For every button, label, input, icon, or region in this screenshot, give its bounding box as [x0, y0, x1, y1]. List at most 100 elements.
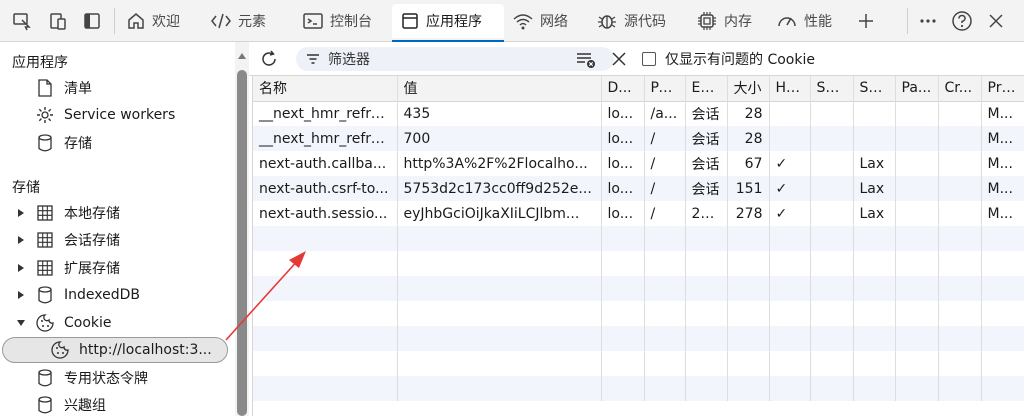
empty-cell: [727, 326, 770, 351]
empty-cell: [253, 301, 398, 326]
sidebar-scrollbar[interactable]: [235, 42, 249, 416]
tab-sources[interactable]: 源代码: [596, 4, 676, 38]
grid-icon: [34, 202, 56, 224]
column-header-cross-site[interactable]: Cr...: [938, 76, 982, 102]
column-header-secure[interactable]: Se...: [810, 76, 854, 102]
tab-welcome[interactable]: 欢迎: [126, 4, 190, 38]
only-issues-checkbox[interactable]: [642, 52, 656, 66]
tab-application[interactable]: 应用程序: [392, 4, 504, 42]
cell-domain: lo...: [601, 126, 645, 151]
code-icon: [211, 13, 231, 29]
column-header-expires[interactable]: Ex...: [685, 76, 728, 102]
empty-cell: [644, 376, 686, 401]
empty-table-row: [253, 301, 1024, 326]
expand-arrow-icon[interactable]: [14, 290, 28, 300]
empty-cell: [727, 226, 770, 251]
empty-cell: [810, 226, 854, 251]
wifi-icon: [513, 14, 533, 30]
sidebar-item-interest-groups[interactable]: 兴趣组: [34, 392, 106, 416]
empty-cell: [397, 351, 602, 376]
cookie-icon: [34, 312, 56, 334]
column-header-samesite[interactable]: Sa...: [853, 76, 896, 102]
refresh-button[interactable]: [257, 47, 281, 71]
cell-httponly: ✓: [769, 201, 811, 226]
more-options-button[interactable]: [916, 9, 940, 33]
cell-name: next-auth.csrf-to...: [253, 176, 398, 201]
column-header-name[interactable]: 名称: [253, 76, 398, 102]
empty-cell: [253, 326, 398, 351]
table-row[interactable]: __next_hmr_refre... 700 lo... / 会话 28 M...: [253, 126, 1024, 151]
cookie-table: 名称 值 D... Pa... Ex... 大小 Ht... Se... Sa.…: [252, 76, 1024, 416]
empty-cell: [895, 276, 939, 301]
column-header-size[interactable]: 大小: [727, 76, 770, 102]
sidebar-item-storage[interactable]: 存储: [34, 130, 92, 156]
device-emulation-icon[interactable]: [46, 9, 70, 33]
cell-priority: M...: [981, 176, 1024, 201]
scroll-up-arrow-icon[interactable]: [237, 52, 247, 60]
cell-name: next-auth.sessio...: [253, 201, 398, 226]
empty-cell: [981, 376, 1024, 401]
empty-cell: [938, 351, 982, 376]
sidebar-item-extension-storage[interactable]: 扩展存储: [14, 255, 120, 281]
tab-label: 内存: [724, 14, 752, 30]
sidebar-item-private-state-tokens[interactable]: 专用状态令牌: [34, 365, 148, 391]
more-dots-icon: [920, 19, 936, 23]
expand-arrow-icon[interactable]: [14, 235, 28, 245]
column-header-httponly[interactable]: Ht...: [769, 76, 811, 102]
help-button[interactable]: [950, 9, 974, 33]
column-header-path[interactable]: Pa...: [644, 76, 686, 102]
sidebar-item-session-storage[interactable]: 会话存储: [14, 227, 120, 253]
database-icon: [34, 132, 56, 154]
column-header-domain[interactable]: D...: [601, 76, 645, 102]
tab-performance[interactable]: 性能: [776, 4, 840, 38]
cell-priority: M...: [981, 201, 1024, 226]
table-row[interactable]: next-auth.callba... http%3A%2F%2Flocalho.…: [253, 151, 1024, 176]
expand-arrow-icon[interactable]: [14, 208, 28, 218]
scrollbar-thumb[interactable]: [237, 70, 247, 416]
sidebar-item-cookie-origin[interactable]: http://localhost:3...: [2, 337, 228, 363]
cookie-icon: [49, 339, 71, 361]
empty-cell: [727, 276, 770, 301]
sidebar-item-label: 本地存储: [64, 206, 120, 222]
bug-icon: [598, 15, 616, 29]
table-row[interactable]: next-auth.csrf-to... 5753d2c173cc0ff9d252…: [253, 176, 1024, 201]
sidebar-item-cookie[interactable]: Cookie: [14, 310, 112, 336]
refresh-icon: [262, 50, 276, 66]
clear-filtered-cookies-button[interactable]: [574, 47, 598, 71]
column-header-value[interactable]: 值: [397, 76, 602, 102]
filter-icon: [307, 54, 319, 64]
empty-cell: [810, 351, 854, 376]
cell-expires: 会话: [685, 176, 728, 201]
cell-name: __next_hmr_refre...: [253, 101, 398, 126]
filter-input[interactable]: 筛选器: [296, 47, 614, 71]
column-header-priority[interactable]: Pri...: [981, 76, 1024, 102]
cell-httponly: [769, 126, 811, 151]
empty-cell: [685, 376, 728, 401]
cell-size: 67: [727, 151, 770, 176]
cell-domain: lo...: [601, 176, 645, 201]
tab-elements[interactable]: 元素: [210, 4, 276, 38]
collapse-arrow-icon[interactable]: [14, 318, 28, 328]
tab-console[interactable]: 控制台: [302, 4, 382, 38]
empty-cell: [397, 276, 602, 301]
column-header-partition-key[interactable]: Pa...: [895, 76, 939, 102]
sidebar-item-service-workers[interactable]: Service workers: [34, 102, 175, 128]
tab-network[interactable]: 网络: [512, 4, 576, 38]
table-row[interactable]: next-auth.sessio... eyJhbGciOiJkaXIiLCJlb…: [253, 201, 1024, 226]
expand-arrow-icon[interactable]: [14, 263, 28, 273]
sidebar-item-manifest[interactable]: 清单: [34, 75, 92, 101]
tab-memory[interactable]: 内存: [696, 4, 760, 38]
help-icon: [952, 11, 972, 31]
sidebar-item-indexeddb[interactable]: IndexedDB: [14, 282, 140, 308]
table-row[interactable]: __next_hmr_refre... 435 lo.../a... 会话 28 M...: [253, 101, 1024, 126]
sidebar-item-local-storage[interactable]: 本地存储: [14, 200, 120, 226]
empty-cell: [895, 351, 939, 376]
clear-all-cookies-button[interactable]: [607, 47, 631, 71]
empty-cell: [769, 376, 811, 401]
empty-cell: [253, 351, 398, 376]
add-tool-button[interactable]: [854, 9, 878, 33]
cell-domain: lo...: [601, 101, 645, 126]
inspect-element-icon[interactable]: [10, 9, 34, 33]
toggle-sidebar-icon[interactable]: [80, 9, 104, 33]
close-devtools-button[interactable]: [984, 9, 1008, 33]
